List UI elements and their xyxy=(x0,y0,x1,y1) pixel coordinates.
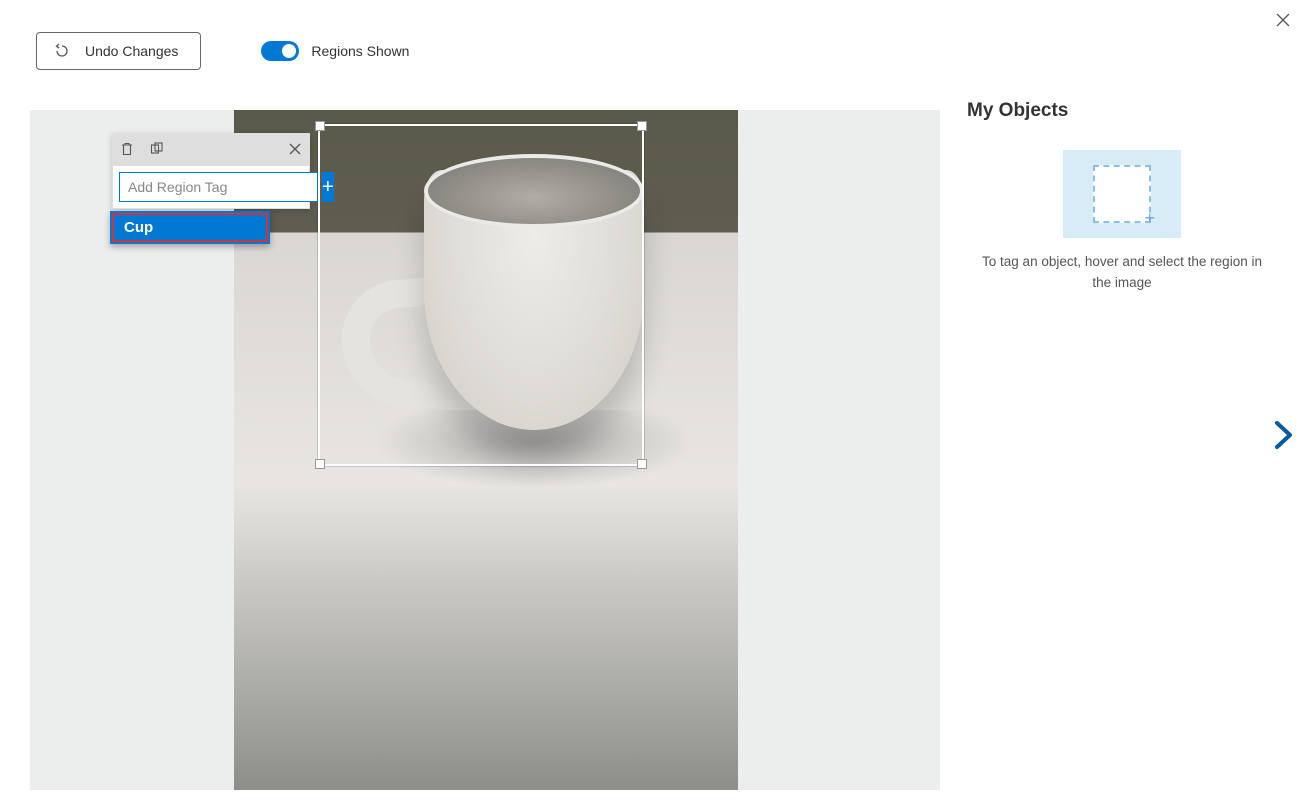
selection-region[interactable] xyxy=(318,124,644,466)
tag-suggestion-dropdown: Cup xyxy=(110,211,270,244)
placeholder-box-icon: + xyxy=(1093,165,1151,223)
regions-shown-toggle-wrap: Regions Shown xyxy=(261,41,409,61)
undo-icon xyxy=(53,43,69,59)
undo-changes-button[interactable]: Undo Changes xyxy=(36,32,201,70)
toggle-knob xyxy=(282,44,296,58)
close-popup-icon[interactable] xyxy=(286,140,304,158)
tag-suggestion-item[interactable]: Cup xyxy=(112,213,268,242)
resize-handle-bottom-left[interactable] xyxy=(315,459,325,469)
plus-icon: + xyxy=(1144,209,1155,227)
tag-input-row: + xyxy=(112,165,310,209)
resize-handle-bottom-right[interactable] xyxy=(637,459,647,469)
image-canvas-area: + Cup xyxy=(30,110,940,790)
image-preview[interactable] xyxy=(234,110,738,790)
objects-sidebar: My Objects + To tag an object, hover and… xyxy=(967,100,1277,294)
next-image-arrow[interactable] xyxy=(1273,420,1295,455)
add-tag-button[interactable]: + xyxy=(322,172,334,202)
sidebar-title: My Objects xyxy=(967,100,1277,122)
resize-handle-top-right[interactable] xyxy=(637,121,647,131)
undo-label: Undo Changes xyxy=(85,43,178,59)
close-dialog-icon[interactable] xyxy=(1271,8,1295,32)
sidebar-hint: To tag an object, hover and select the r… xyxy=(967,252,1277,294)
region-tag-input[interactable] xyxy=(119,172,318,202)
toolbar: Undo Changes Regions Shown xyxy=(36,32,409,70)
add-object-placeholder[interactable]: + xyxy=(1063,150,1181,238)
duplicate-region-icon[interactable] xyxy=(148,140,166,158)
tag-popup: + Cup xyxy=(112,133,310,209)
delete-region-icon[interactable] xyxy=(118,140,136,158)
regions-shown-label: Regions Shown xyxy=(311,43,409,59)
regions-shown-toggle[interactable] xyxy=(261,41,299,61)
tag-popup-header xyxy=(112,133,310,165)
resize-handle-top-left[interactable] xyxy=(315,121,325,131)
